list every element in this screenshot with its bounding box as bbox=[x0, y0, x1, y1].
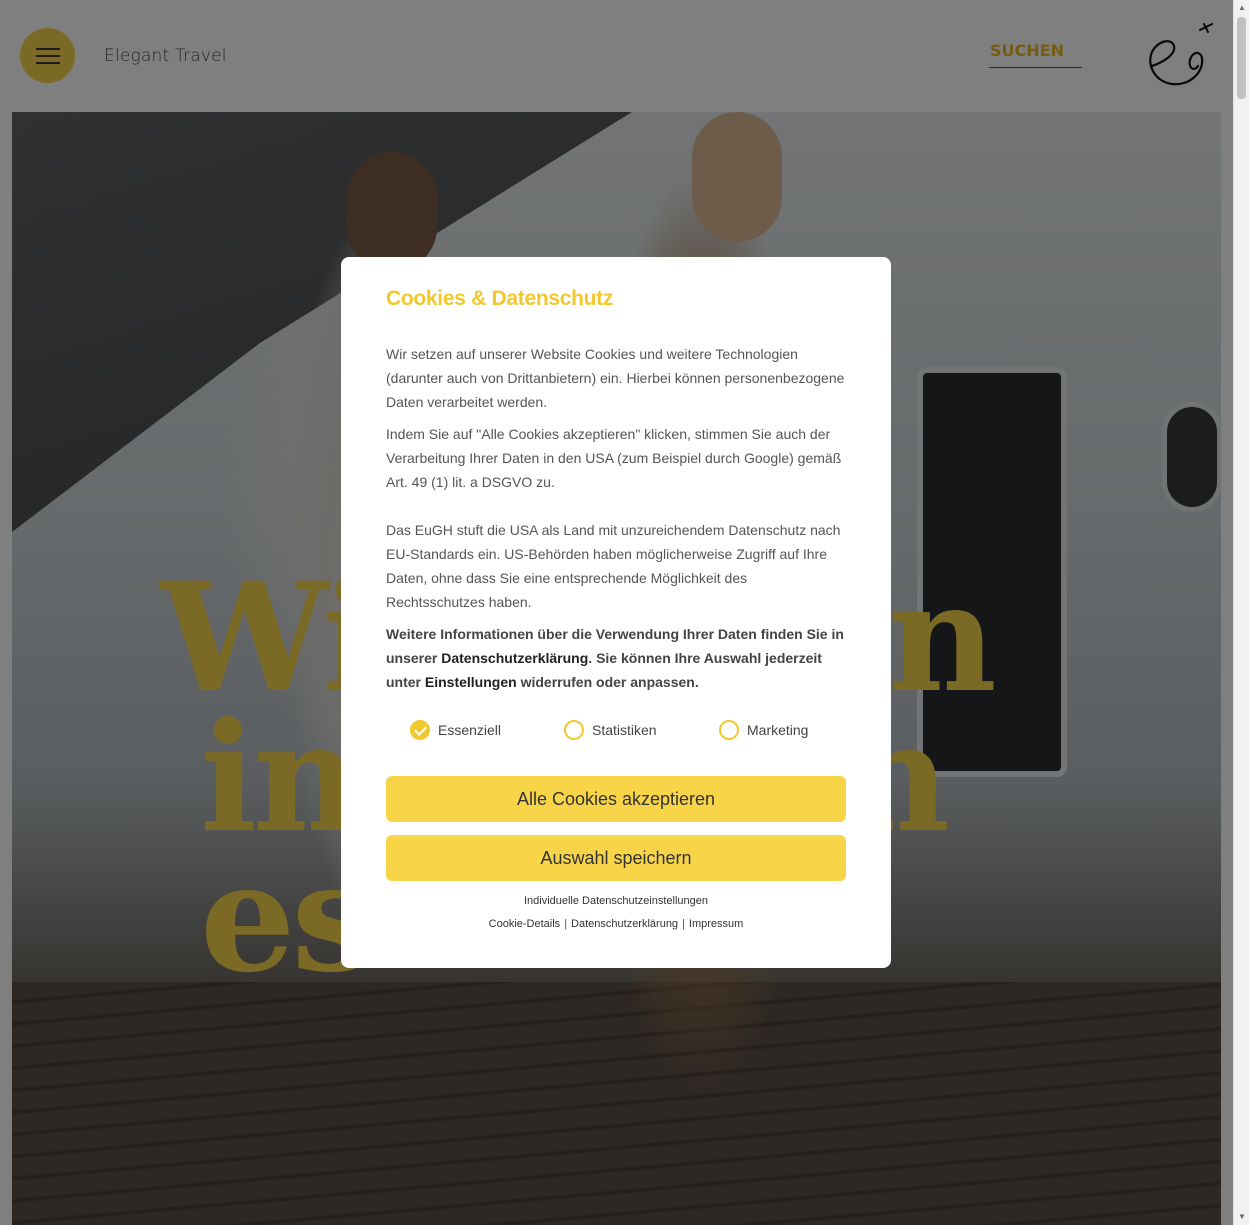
option-essential[interactable]: Essenziell bbox=[410, 720, 564, 740]
checked-circle-icon[interactable] bbox=[410, 720, 430, 740]
scroll-thumb[interactable] bbox=[1237, 17, 1246, 99]
unchecked-circle-icon[interactable] bbox=[564, 720, 584, 740]
option-label: Marketing bbox=[747, 722, 809, 738]
privacy-policy-link[interactable]: Datenschutzerklärung bbox=[441, 650, 588, 666]
scroll-down-arrow-icon[interactable]: ▼ bbox=[1234, 1209, 1249, 1225]
link-separator: | bbox=[682, 918, 685, 930]
save-selection-button[interactable]: Auswahl speichern bbox=[386, 835, 846, 881]
consent-paragraph-3: Das EuGH stuft die USA als Land mit unzu… bbox=[386, 522, 841, 610]
imprint-link[interactable]: Impressum bbox=[689, 918, 743, 930]
info-text-part: widerrufen oder anpassen. bbox=[516, 674, 699, 690]
cookie-consent-dialog: Cookies & Datenschutz Wir setzen auf uns… bbox=[341, 257, 891, 968]
scroll-up-arrow-icon[interactable]: ▲ bbox=[1234, 0, 1249, 16]
option-statistics[interactable]: Statistiken bbox=[564, 720, 719, 740]
cookie-category-options: Essenziell Statistiken Marketing bbox=[386, 718, 846, 742]
individual-privacy-settings-link[interactable]: Individuelle Datenschutzeinstellungen bbox=[386, 895, 846, 907]
accept-all-cookies-button[interactable]: Alle Cookies akzeptieren bbox=[386, 776, 846, 822]
dialog-footer-links: Cookie-Details | Datenschutzerklärung | Impr… bbox=[386, 918, 846, 930]
option-label: Statistiken bbox=[592, 722, 657, 738]
link-separator: | bbox=[564, 918, 568, 930]
privacy-policy-footer-link[interactable]: Datenschutzerklärung bbox=[571, 918, 678, 930]
cookie-details-link[interactable]: Cookie-Details bbox=[489, 918, 561, 930]
option-marketing[interactable]: Marketing bbox=[719, 720, 808, 740]
dialog-title: Cookies & Datenschutz bbox=[386, 287, 614, 310]
unchecked-circle-icon[interactable] bbox=[719, 720, 739, 740]
consent-paragraph-2: Indem Sie auf "Alle Cookies akzeptieren"… bbox=[386, 426, 842, 490]
consent-paragraph-1: Wir setzen auf unserer Website Cookies u… bbox=[386, 346, 845, 410]
consent-info-text: Weitere Informationen über die Verwendun… bbox=[386, 622, 846, 694]
settings-link[interactable]: Einstellungen bbox=[425, 674, 517, 690]
option-label: Essenziell bbox=[438, 722, 502, 738]
page-scrollbar[interactable]: ▲ ▼ bbox=[1233, 0, 1249, 1225]
